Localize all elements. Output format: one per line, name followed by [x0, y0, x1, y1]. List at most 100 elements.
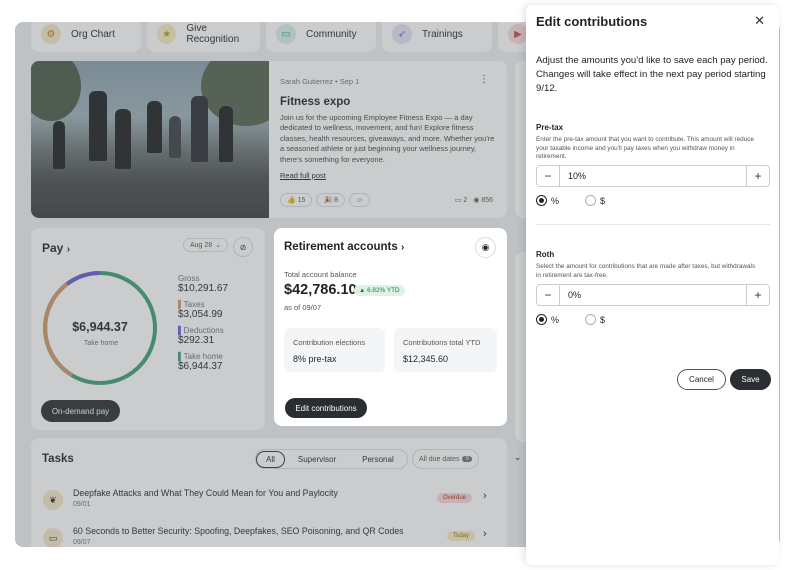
video-icon: ▶: [508, 24, 528, 44]
task-row[interactable]: ▭ 60 Seconds to Better Security: Spoofin…: [43, 522, 503, 547]
more-options-icon[interactable]: ⋮: [479, 74, 489, 85]
task-row[interactable]: ❦ Deepfake Attacks and What They Could M…: [43, 484, 503, 520]
shortcut-label: Give Recognition: [186, 23, 240, 45]
chevron-down-icon[interactable]: ⌄: [514, 452, 522, 463]
deductions-value: $292.31: [178, 335, 215, 346]
post-author-date: Sarah Gutierrez • Sep 1: [280, 77, 360, 86]
roth-input[interactable]: 0%: [560, 290, 746, 300]
post-title: Fitness expo: [280, 96, 351, 108]
chat-icon: ▭: [43, 528, 63, 547]
radio-label: $: [600, 314, 606, 325]
takehome-label-text: Take home: [183, 352, 223, 361]
panel-intro: Adjust the amounts you'd like to save ea…: [536, 55, 768, 94]
reaction-like[interactable]: 👍 15: [280, 193, 313, 207]
eye-icon[interactable]: ◉: [475, 237, 496, 258]
reaction-celebrate[interactable]: 🎉 8: [316, 193, 346, 207]
contributions-total-label: Contributions total YTD: [403, 338, 481, 347]
shortcut-give-recognition[interactable]: ★ Give Recognition: [147, 22, 260, 52]
comment-count-value: 2: [463, 197, 468, 204]
shortcut-label: Org Chart: [71, 28, 115, 40]
task-title: 60 Seconds to Better Security: Spoofing,…: [73, 526, 404, 536]
comment-icon: ▭: [454, 197, 462, 204]
takehome-value: $6,944.37: [178, 361, 223, 372]
contributions-total-value: $12,345.60: [403, 354, 449, 364]
pay-date-value: Aug 28: [190, 241, 213, 249]
pay-legend: Gross $10,291.67 ▌Taxes $3,054.99 ▌Deduc…: [178, 274, 228, 378]
as-of-date: as of 09/07: [284, 303, 322, 312]
view-count: ◉ 856: [473, 196, 493, 204]
retirement-accounts-card: Retirement accounts › ◉ Total account ba…: [274, 228, 507, 426]
decrement-button[interactable]: −: [537, 285, 560, 305]
shortcut-label: Trainings: [422, 28, 463, 40]
chevron-right-icon: ›: [483, 528, 487, 540]
pretax-description: Enter the pre-tax amount that you want t…: [536, 136, 754, 161]
on-demand-pay-button[interactable]: On-demand pay: [41, 400, 120, 422]
takehome-label: ▌Take home: [178, 352, 223, 361]
roth-percent-radio[interactable]: [536, 314, 547, 325]
filter-supervisor[interactable]: Supervisor: [285, 452, 349, 467]
eye-icon: ◉: [473, 197, 480, 204]
retirement-title-text: Retirement accounts: [284, 241, 398, 253]
gross-value: $10,291.67: [178, 283, 229, 294]
post-image: [31, 61, 269, 218]
retirement-title[interactable]: Retirement accounts ›: [284, 241, 404, 253]
decrement-button[interactable]: −: [537, 166, 560, 186]
filter-personal[interactable]: Personal: [349, 452, 407, 467]
deductions-label: ▌Deductions: [178, 326, 224, 335]
task-title: Deepfake Attacks and What They Could Mea…: [73, 488, 338, 498]
pay-center-value: $6,944.37: [72, 320, 128, 334]
pretax-stepper: − 10% +: [536, 165, 770, 187]
chat-icon: ▭: [276, 24, 296, 44]
chevron-right-icon: ›: [400, 242, 405, 253]
add-reaction-icon[interactable]: ☺: [349, 193, 371, 207]
ytd-badge: ▲ 6.82% YTD: [354, 285, 405, 296]
pretax-percent-radio[interactable]: [536, 195, 547, 206]
shortcut-org-chart[interactable]: ⚙ Org Chart: [31, 22, 141, 52]
comment-count[interactable]: ▭ 2: [455, 196, 467, 204]
task-filter-group: All Supervisor Personal: [255, 449, 408, 469]
edit-contributions-button[interactable]: Edit contributions: [285, 398, 367, 418]
status-badge: Today: [447, 531, 476, 541]
roth-label: Roth: [536, 250, 555, 259]
radio-label: %: [551, 195, 560, 206]
deductions-arc: [65, 271, 101, 286]
filter-all[interactable]: All: [256, 450, 285, 468]
read-full-post-link[interactable]: Read full post: [280, 171, 326, 180]
taxes-label: ▌Taxes: [178, 300, 205, 309]
status-badge: Overdue: [437, 493, 473, 503]
post-body: Join us for the upcoming Employee Fitnes…: [280, 113, 495, 164]
close-icon[interactable]: ✕: [754, 13, 765, 29]
rocket-icon: ➶: [392, 24, 412, 44]
radio-label: %: [551, 314, 560, 325]
roth-stepper: − 0% +: [536, 284, 770, 306]
shortcut-label: Community: [306, 28, 357, 40]
due-date-filter[interactable]: All due dates 9: [412, 449, 479, 469]
pay-center-label: Take home: [84, 340, 118, 347]
taxes-arc: [43, 282, 74, 377]
pay-title[interactable]: Pay ›: [42, 241, 70, 255]
taxes-value: $3,054.99: [178, 309, 223, 320]
roth-dollar-radio[interactable]: [585, 314, 597, 325]
elections-value: 8% pre-tax: [293, 354, 337, 364]
pretax-input[interactable]: 10%: [560, 171, 746, 181]
shortcut-community[interactable]: ▭ Community: [266, 22, 376, 52]
due-count-badge: 9: [462, 456, 472, 462]
increment-button[interactable]: +: [746, 166, 769, 186]
pretax-dollar-radio[interactable]: [585, 195, 597, 206]
gross-label: Gross: [178, 274, 200, 283]
elections-label: Contribution elections: [293, 338, 366, 347]
cancel-button[interactable]: Cancel: [677, 369, 726, 390]
pay-title-text: Pay: [42, 241, 64, 255]
org-chart-icon: ⚙: [41, 24, 61, 44]
save-button[interactable]: Save: [730, 369, 771, 390]
tasks-card: Tasks All Supervisor Personal All due da…: [31, 438, 522, 547]
chevron-down-icon: ⌄: [215, 242, 222, 249]
radio-label: $: [600, 195, 606, 206]
task-date: 09/01: [73, 501, 91, 508]
view-count-value: 856: [481, 197, 493, 204]
increment-button[interactable]: +: [746, 285, 769, 305]
task-date: 09/07: [73, 539, 91, 546]
hide-eye-icon[interactable]: ⊘: [233, 237, 253, 257]
pay-date-filter[interactable]: Aug 28 ⌄: [183, 238, 229, 252]
shortcut-trainings[interactable]: ➶ Trainings: [382, 22, 492, 52]
